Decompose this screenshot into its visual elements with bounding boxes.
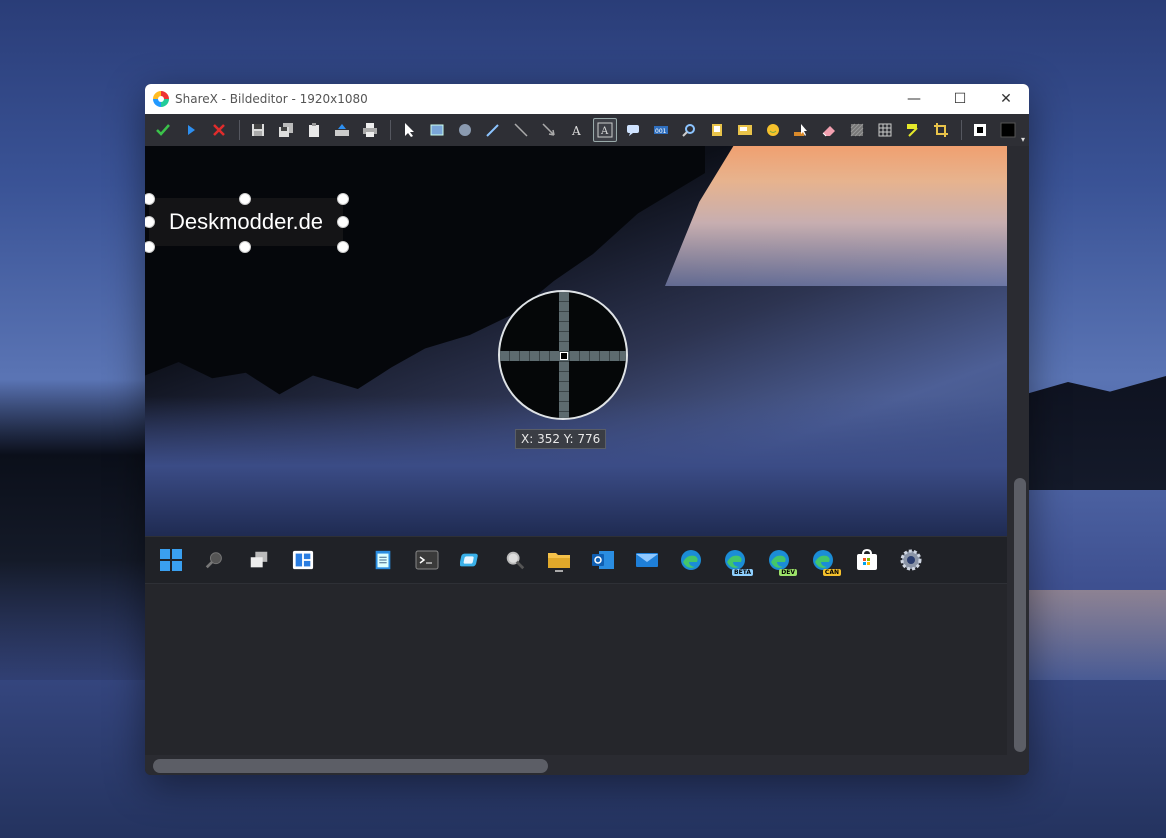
annotation-text[interactable]: Deskmodder.de <box>169 209 323 235</box>
maximize-button[interactable]: ☐ <box>937 84 983 114</box>
store-icon <box>853 546 881 574</box>
save-icon[interactable] <box>246 118 270 142</box>
resize-handle-top[interactable] <box>239 193 251 205</box>
sticker-icon[interactable] <box>733 118 757 142</box>
resize-handle-bottom[interactable] <box>239 241 251 253</box>
line-icon[interactable] <box>509 118 533 142</box>
edge-dev-badge: DEV <box>779 569 797 576</box>
toolbar-separator <box>961 120 962 140</box>
widgets-icon <box>289 546 317 574</box>
task-view-icon <box>245 546 273 574</box>
mail-icon <box>633 546 661 574</box>
edge-beta-icon: BETA <box>721 546 753 576</box>
rectangle-icon[interactable] <box>425 118 449 142</box>
upload-icon[interactable] <box>179 118 203 142</box>
resize-handle-top-right[interactable] <box>337 193 349 205</box>
title-bar[interactable]: ShareX - Bildeditor - 1920x1080 — ☐ ✕ <box>145 84 1029 114</box>
toolbar-separator <box>390 120 391 140</box>
text-outline-icon[interactable]: A <box>565 118 589 142</box>
horizontal-scrollbar-thumb[interactable] <box>153 759 548 773</box>
ellipse-icon[interactable] <box>453 118 477 142</box>
editor-toolbar: A A 001 ▾ <box>145 114 1029 147</box>
toolbar-overflow-icon[interactable]: ▾ <box>1021 135 1025 144</box>
save-as-icon[interactable] <box>274 118 298 142</box>
file-explorer-icon <box>545 546 573 574</box>
resize-handle-right[interactable] <box>337 216 349 228</box>
edge-icon <box>677 546 705 574</box>
sharex-logo-icon <box>153 91 169 107</box>
edge-beta-badge: BETA <box>732 569 753 576</box>
copy-icon[interactable] <box>302 118 326 142</box>
wallpaper-right-glow <box>1026 590 1166 680</box>
highlight-icon[interactable] <box>901 118 925 142</box>
text-annotation[interactable]: Deskmodder.de <box>149 198 343 246</box>
text-background-icon[interactable]: A <box>593 118 617 142</box>
step-icon[interactable]: 001 <box>649 118 673 142</box>
sharex-editor-window: ShareX - Bildeditor - 1920x1080 — ☐ ✕ A … <box>145 84 1029 775</box>
minimize-button[interactable]: — <box>891 84 937 114</box>
confirm-icon[interactable] <box>151 118 175 142</box>
edge-canary-badge: CAN <box>822 569 841 576</box>
horizontal-scrollbar[interactable] <box>145 755 1029 775</box>
svg-text:001: 001 <box>655 128 667 135</box>
svg-text:A: A <box>600 126 609 137</box>
vertical-scrollbar-thumb[interactable] <box>1014 478 1026 752</box>
edge-canary-icon: CAN <box>809 546 841 576</box>
editor-canvas[interactable]: Deskmodder.de X: 352 Y: 776 BETA DEV CAN <box>145 146 1007 755</box>
image-icon[interactable] <box>705 118 729 142</box>
windows-start-icon <box>157 546 185 574</box>
magnifier-app-icon <box>501 546 529 574</box>
window-controls: — ☐ ✕ <box>891 84 1029 114</box>
taskbar-spacer <box>333 546 353 574</box>
upload-image-icon[interactable] <box>330 118 354 142</box>
wallpaper-left-trees <box>0 380 150 680</box>
eraser-icon[interactable] <box>817 118 841 142</box>
freehand-icon[interactable] <box>481 118 505 142</box>
snipping-tool-icon <box>457 546 485 574</box>
cursor-icon[interactable] <box>789 118 813 142</box>
search-icon <box>201 546 229 574</box>
vertical-scrollbar[interactable] <box>1007 146 1029 755</box>
print-icon[interactable] <box>358 118 382 142</box>
close-button[interactable]: ✕ <box>983 84 1029 114</box>
arrow-icon[interactable] <box>537 118 561 142</box>
cursor-coordinates: X: 352 Y: 776 <box>515 429 607 449</box>
select-icon[interactable] <box>397 118 421 142</box>
blur-icon[interactable] <box>845 118 869 142</box>
edge-dev-icon: DEV <box>765 546 797 576</box>
magnify-icon[interactable] <box>677 118 701 142</box>
svg-text:A: A <box>571 124 581 138</box>
magnifier-center-pixel <box>560 352 568 360</box>
border-color-icon[interactable] <box>968 118 992 142</box>
sunset-reflection <box>665 146 1007 286</box>
captured-taskbar: BETA DEV CAN <box>145 536 1007 584</box>
resize-handle-bottom-right[interactable] <box>337 241 349 253</box>
cancel-icon[interactable] <box>207 118 231 142</box>
window-title: ShareX - Bildeditor - 1920x1080 <box>175 92 368 106</box>
wallpaper-right-trees <box>1026 376 1166 490</box>
toolbar-separator <box>239 120 240 140</box>
settings-icon <box>897 546 925 574</box>
fill-color-icon[interactable] <box>996 118 1020 142</box>
terminal-icon <box>413 546 441 574</box>
crop-icon[interactable] <box>929 118 953 142</box>
emoji-icon[interactable] <box>761 118 785 142</box>
speech-balloon-icon[interactable] <box>621 118 645 142</box>
pixelate-icon[interactable] <box>873 118 897 142</box>
notepad-icon <box>369 546 397 574</box>
outlook-icon <box>589 546 617 574</box>
magnifier-loupe <box>498 290 628 420</box>
